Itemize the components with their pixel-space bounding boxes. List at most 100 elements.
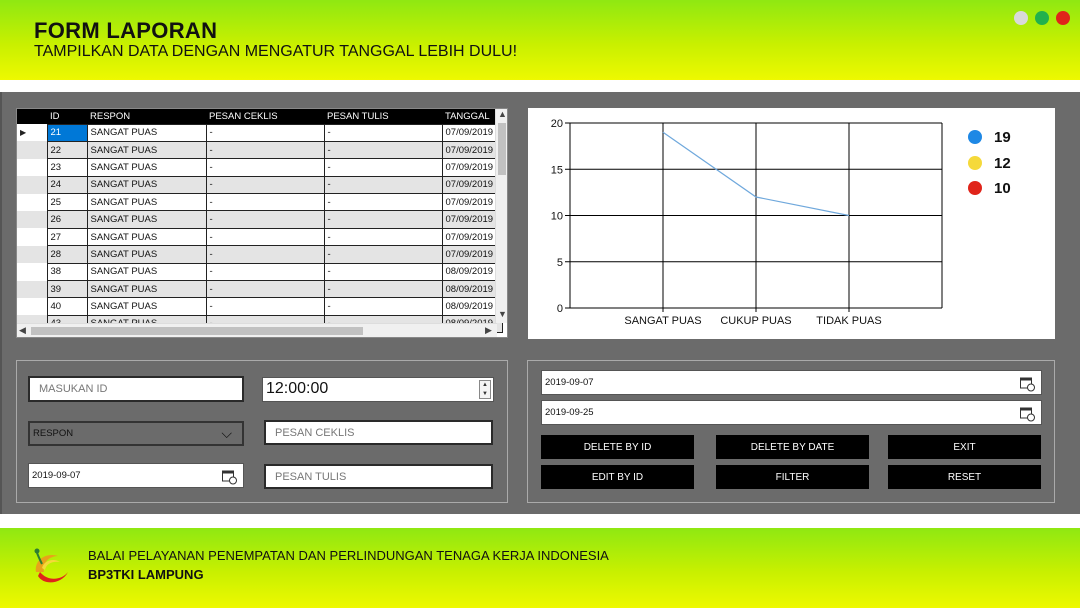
close-button[interactable] <box>1056 11 1070 25</box>
table-row[interactable]: 38 SANGAT PUAS - -08/09/2019 <box>17 262 503 282</box>
cell-pesan-tulis[interactable]: - <box>323 158 443 177</box>
cell-tanggal[interactable]: 07/09/2019 <box>441 158 503 177</box>
scroll-right-icon[interactable]: ▶ <box>485 325 492 336</box>
cell-respon[interactable]: SANGAT PUAS <box>86 227 207 247</box>
cell-tanggal[interactable]: 08/09/2019 <box>441 280 503 299</box>
table-row[interactable]: 23 SANGAT PUAS - -07/09/2019 <box>17 158 503 177</box>
row-header[interactable] <box>17 210 47 229</box>
cell-respon[interactable]: SANGAT PUAS <box>86 193 207 212</box>
id-input[interactable]: MASUKAN ID <box>28 376 244 402</box>
cell-id[interactable]: 28 <box>46 245 88 264</box>
cell-respon[interactable]: SANGAT PUAS <box>86 123 207 142</box>
table-row[interactable]: 22 SANGAT PUAS - -07/09/2019 <box>17 140 503 160</box>
cell-pesan-tulis[interactable]: - <box>323 262 443 282</box>
reset-button[interactable]: RESET <box>888 465 1041 489</box>
filter-button[interactable]: FILTER <box>716 465 869 489</box>
time-picker[interactable]: 12:00:00 ▲ ▼ <box>262 377 494 402</box>
scroll-up-icon[interactable]: ▲ <box>498 109 507 119</box>
date-from-picker[interactable]: 2019-09-07 <box>541 370 1042 395</box>
cell-respon[interactable]: SANGAT PUAS <box>86 210 207 229</box>
cell-tanggal[interactable]: 08/09/2019 <box>441 262 503 282</box>
cell-id[interactable]: 26 <box>46 210 88 229</box>
column-header-pesan-tulis[interactable]: PESAN TULIS <box>324 109 442 124</box>
cell-pesan-ceklis[interactable]: - <box>205 262 325 282</box>
cell-pesan-ceklis[interactable]: - <box>205 245 325 264</box>
cell-pesan-tulis[interactable]: - <box>323 227 443 247</box>
cell-tanggal[interactable]: 07/09/2019 <box>441 175 503 195</box>
cell-pesan-ceklis[interactable]: - <box>205 297 325 316</box>
table-row[interactable]: 21SANGAT PUAS--07/09/2019 <box>17 123 503 142</box>
calendar-icon[interactable] <box>1020 407 1035 421</box>
cell-respon[interactable]: SANGAT PUAS <box>86 140 207 160</box>
cell-pesan-ceklis[interactable]: - <box>205 280 325 299</box>
date-picker[interactable]: 2019-09-07 <box>28 463 244 488</box>
cell-respon[interactable]: SANGAT PUAS <box>86 245 207 264</box>
cell-id[interactable]: 38 <box>46 262 88 282</box>
row-header[interactable] <box>17 176 47 194</box>
cell-pesan-tulis[interactable]: - <box>323 140 443 160</box>
pesan-ceklis-input[interactable]: PESAN CEKLIS <box>264 420 493 445</box>
table-row[interactable]: 28 SANGAT PUAS - -07/09/2019 <box>17 245 503 264</box>
cell-tanggal[interactable]: 07/09/2019 <box>441 210 503 229</box>
horizontal-scrollbar[interactable]: ◀ ▶ <box>17 323 497 337</box>
cell-respon[interactable]: SANGAT PUAS <box>86 297 207 316</box>
column-header-pesan-ceklis[interactable]: PESAN CEKLIS <box>206 109 324 124</box>
scroll-down-icon[interactable]: ▼ <box>498 309 507 319</box>
vertical-scroll-thumb[interactable] <box>498 123 506 175</box>
table-row[interactable]: 24 SANGAT PUAS - -07/09/2019 <box>17 175 503 195</box>
cell-respon[interactable]: SANGAT PUAS <box>86 262 207 282</box>
cell-pesan-tulis[interactable]: - <box>323 280 443 299</box>
cell-respon[interactable]: SANGAT PUAS <box>86 158 207 177</box>
row-header[interactable] <box>17 141 47 159</box>
cell-pesan-ceklis[interactable]: - <box>205 175 325 195</box>
cell-tanggal[interactable]: 07/09/2019 <box>441 140 503 160</box>
table-row[interactable]: 25 SANGAT PUAS - -07/09/2019 <box>17 193 503 212</box>
pesan-tulis-input[interactable]: PESAN TULIS <box>264 464 493 489</box>
cell-respon[interactable]: SANGAT PUAS <box>86 175 207 195</box>
table-row[interactable]: 26 SANGAT PUAS - -07/09/2019 <box>17 210 503 229</box>
row-header[interactable] <box>17 280 47 298</box>
vertical-scrollbar[interactable]: ▲ ▼ <box>495 109 507 323</box>
row-header[interactable] <box>17 124 47 142</box>
cell-pesan-tulis[interactable]: - <box>323 193 443 212</box>
cell-pesan-tulis[interactable]: - <box>323 210 443 229</box>
cell-pesan-tulis[interactable]: - <box>323 175 443 195</box>
cell-pesan-ceklis[interactable]: - <box>205 210 325 229</box>
row-header[interactable] <box>17 297 47 316</box>
cell-pesan-ceklis[interactable]: - <box>205 227 325 247</box>
cell-tanggal[interactable]: 07/09/2019 <box>441 193 503 212</box>
cell-id[interactable]: 24 <box>46 175 88 195</box>
calendar-icon[interactable] <box>222 470 237 484</box>
data-grid[interactable]: ID RESPON PESAN CEKLIS PESAN TULIS TANGG… <box>16 108 508 338</box>
row-header[interactable] <box>17 263 47 281</box>
date-to-picker[interactable]: 2019-09-25 <box>541 400 1042 425</box>
table-row[interactable]: 39 SANGAT PUAS - -08/09/2019 <box>17 280 503 299</box>
calendar-icon[interactable] <box>1020 377 1035 391</box>
cell-pesan-tulis[interactable]: - <box>323 245 443 264</box>
cell-respon[interactable]: SANGAT PUAS <box>86 280 207 299</box>
cell-tanggal[interactable]: 07/09/2019 <box>441 123 503 142</box>
edit-by-id-button[interactable]: EDIT BY ID <box>541 465 694 489</box>
delete-by-id-button[interactable]: DELETE BY ID <box>541 435 694 459</box>
cell-id[interactable]: 25 <box>46 193 88 212</box>
cell-id[interactable]: 39 <box>46 280 88 299</box>
respon-dropdown[interactable]: RESPON ⌵ <box>28 421 244 446</box>
row-header[interactable] <box>17 245 47 264</box>
cell-tanggal[interactable]: 07/09/2019 <box>441 227 503 247</box>
cell-tanggal[interactable]: 08/09/2019 <box>441 297 503 316</box>
scroll-left-icon[interactable]: ◀ <box>19 325 26 336</box>
column-header-respon[interactable]: RESPON <box>87 109 206 124</box>
cell-pesan-ceklis[interactable]: - <box>205 140 325 160</box>
column-header-id[interactable]: ID <box>47 109 87 124</box>
table-row[interactable]: 40 SANGAT PUAS - -08/09/2019 <box>17 297 503 316</box>
row-header[interactable] <box>17 158 47 177</box>
cell-id[interactable]: 23 <box>46 158 88 177</box>
cell-pesan-ceklis[interactable]: - <box>205 123 325 142</box>
cell-pesan-tulis[interactable]: - <box>323 123 443 142</box>
row-header[interactable] <box>17 228 47 246</box>
exit-button[interactable]: EXIT <box>888 435 1041 459</box>
maximize-button[interactable] <box>1035 11 1049 25</box>
row-header[interactable] <box>17 193 47 211</box>
table-row[interactable]: 27 SANGAT PUAS - -07/09/2019 <box>17 227 503 247</box>
cell-id[interactable]: 22 <box>46 140 88 160</box>
